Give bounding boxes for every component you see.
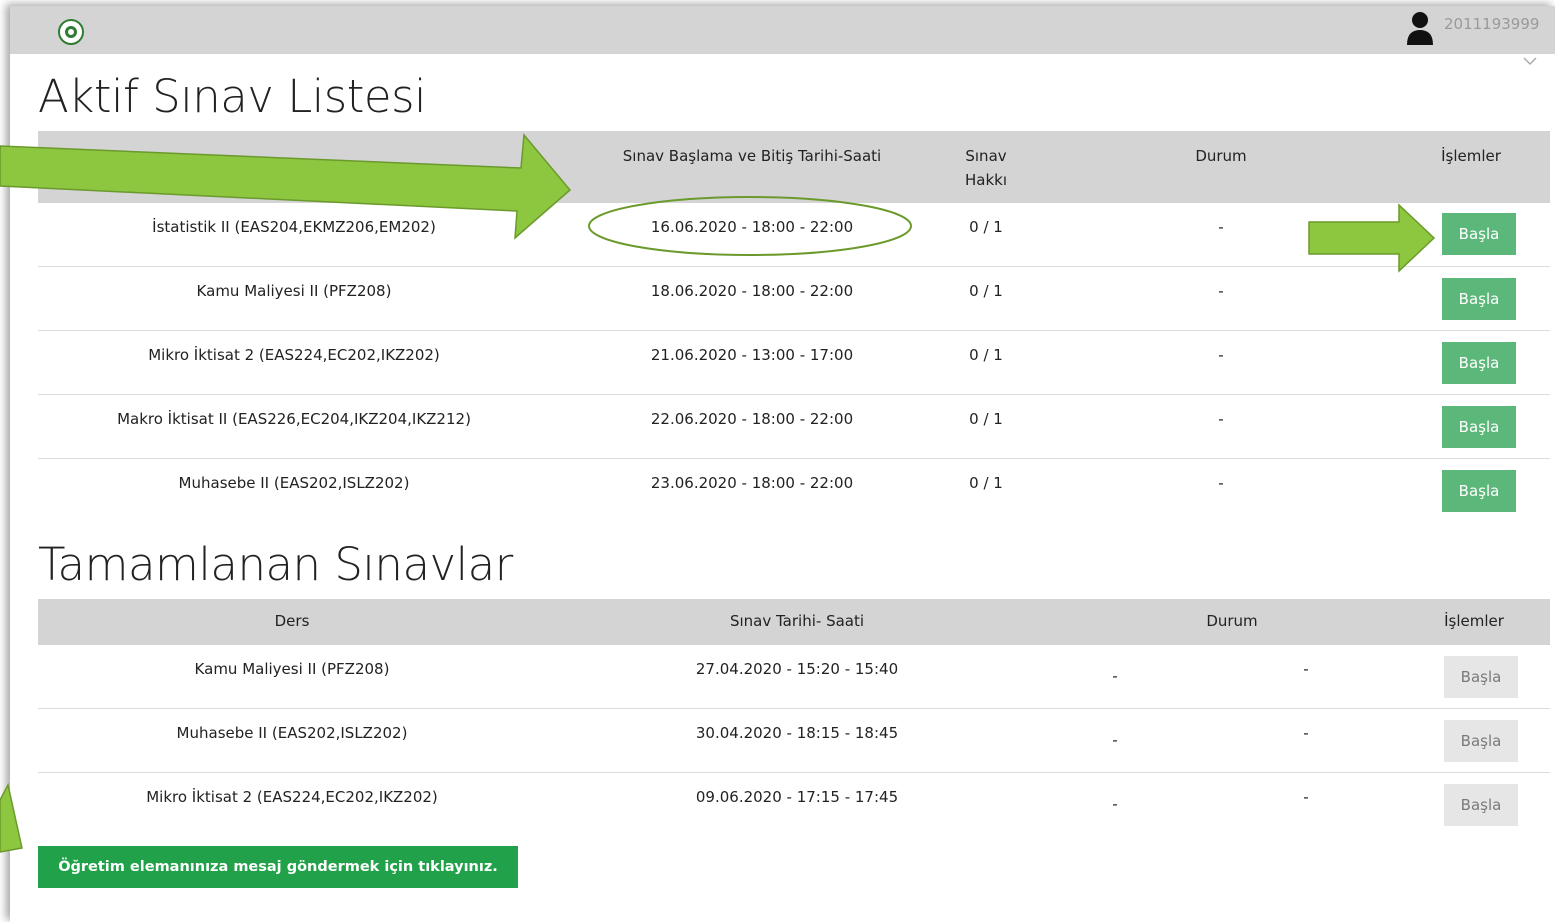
exam-date: 16.06.2020 - 18:00 - 22:00 [650, 218, 854, 236]
exam-status: - [1112, 731, 1118, 749]
user-icon[interactable] [1405, 10, 1435, 46]
message-instructor-button[interactable]: Öğretim elemanınıza mesaj göndermek için… [38, 846, 518, 888]
exam-status: - [1303, 724, 1309, 742]
exam-date: 18.06.2020 - 18:00 - 22:00 [650, 282, 854, 300]
active-table-header: Sınav Başlama ve Bitiş Tarihi-Saati Sına… [38, 131, 1550, 203]
exam-date: 30.04.2020 - 18:15 - 18:45 [695, 724, 899, 742]
user-id[interactable]: 2011193999 [1444, 15, 1539, 33]
exam-right: 0 / 1 [969, 410, 1003, 428]
exam-right: 0 / 1 [969, 346, 1003, 364]
table-row: Kamu Maliyesi II (PFZ208) 27.04.2020 - 1… [38, 645, 1550, 709]
column-right-line1: Sınav [965, 147, 1007, 165]
exam-status: - [1218, 218, 1224, 236]
table-row: Makro İktisat II (EAS226,EC204,IKZ204,IK… [38, 395, 1550, 459]
exam-date: 09.06.2020 - 17:15 - 17:45 [695, 788, 899, 806]
chevron-down-icon[interactable] [1522, 56, 1538, 66]
course-name: İstatistik II (EAS204,EKMZ206,EM202) [152, 218, 436, 236]
exam-date: 22.06.2020 - 18:00 - 22:00 [650, 410, 854, 428]
exam-status: - [1218, 474, 1224, 492]
column-date: Sınav Başlama ve Bitiş Tarihi-Saati [622, 147, 882, 165]
course-name: Muhasebe II (EAS202,ISLZ202) [176, 724, 408, 742]
course-name: Mikro İktisat 2 (EAS224,EC202,IKZ202) [146, 788, 438, 806]
top-bar [10, 6, 1555, 54]
table-row: Mikro İktisat 2 (EAS224,EC202,IKZ202) 09… [38, 773, 1550, 837]
exam-right: 0 / 1 [969, 474, 1003, 492]
table-row: Muhasebe II (EAS202,ISLZ202) 23.06.2020 … [38, 459, 1550, 523]
exam-status: - [1218, 410, 1224, 428]
course-name: Muhasebe II (EAS202,ISLZ202) [178, 474, 410, 492]
table-row: İstatistik II (EAS204,EKMZ206,EM202) 16.… [38, 203, 1550, 267]
column-course: Ders [274, 612, 310, 630]
exam-status: - [1218, 346, 1224, 364]
university-logo-icon[interactable] [58, 19, 84, 45]
column-date: Sınav Tarihi- Saati [729, 612, 865, 630]
table-row: Mikro İktisat 2 (EAS224,EC202,IKZ202) 21… [38, 331, 1550, 395]
start-exam-button-disabled[interactable]: Başla [1444, 656, 1518, 698]
column-actions: İşlemler [1441, 147, 1501, 165]
start-exam-button[interactable]: Başla [1442, 278, 1516, 320]
start-exam-button-disabled[interactable]: Başla [1444, 720, 1518, 762]
column-status: Durum [1206, 612, 1258, 630]
start-exam-button-disabled[interactable]: Başla [1444, 784, 1518, 826]
column-actions: İşlemler [1444, 612, 1504, 630]
course-name: Makro İktisat II (EAS226,EC204,IKZ204,IK… [117, 410, 471, 428]
completed-exams-title: Tamamlanan Sınavlar [38, 538, 513, 591]
column-status: Durum [1195, 147, 1247, 165]
table-row: Kamu Maliyesi II (PFZ208) 18.06.2020 - 1… [38, 267, 1550, 331]
completed-table-header: Ders Sınav Tarihi- Saati Durum İşlemler [38, 599, 1550, 645]
exam-status: - [1112, 795, 1118, 813]
course-name: Kamu Maliyesi II (PFZ208) [194, 660, 390, 678]
exam-date: 23.06.2020 - 18:00 - 22:00 [650, 474, 854, 492]
exam-status: - [1218, 282, 1224, 300]
course-name: Kamu Maliyesi II (PFZ208) [196, 282, 392, 300]
exam-right: 0 / 1 [969, 218, 1003, 236]
exam-date: 27.04.2020 - 15:20 - 15:40 [695, 660, 899, 678]
start-exam-button[interactable]: Başla [1442, 213, 1516, 255]
start-exam-button[interactable]: Başla [1442, 406, 1516, 448]
course-name: Mikro İktisat 2 (EAS224,EC202,IKZ202) [148, 346, 440, 364]
start-exam-button[interactable]: Başla [1442, 342, 1516, 384]
table-row: Muhasebe II (EAS202,ISLZ202) 30.04.2020 … [38, 709, 1550, 773]
start-exam-button[interactable]: Başla [1442, 470, 1516, 512]
column-right-line2: Hakkı [964, 171, 1008, 189]
exam-date: 21.06.2020 - 13:00 - 17:00 [650, 346, 854, 364]
exam-right: 0 / 1 [969, 282, 1003, 300]
exam-status: - [1303, 788, 1309, 806]
active-exams-title: Aktif Sınav Listesi [38, 70, 427, 123]
exam-status: - [1303, 660, 1309, 678]
exam-status: - [1112, 667, 1118, 685]
